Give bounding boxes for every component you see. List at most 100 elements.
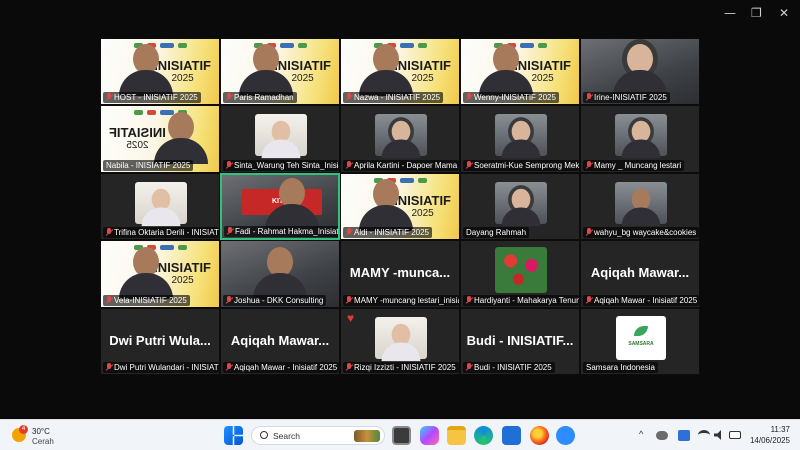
onedrive-icon[interactable]: [656, 431, 668, 440]
microsoft-store-icon[interactable]: [502, 426, 521, 445]
participant-video: [150, 111, 212, 164]
participant-name: wahyu_bg waycake&cookies: [594, 228, 697, 238]
participant-tile[interactable]: Mamy _ Muncang lestari: [580, 105, 700, 173]
task-view-icon[interactable]: [392, 426, 411, 445]
participant-tile[interactable]: Budi - INISIATIF... Budi - INISIATIF 2025: [460, 307, 580, 375]
taskbar: 4 30°C Cerah Search ^ 11:37 14/06/2025: [0, 419, 800, 450]
participant-tile[interactable]: SAMSARA Samsara Indonesia: [580, 307, 700, 375]
mic-muted-icon: [586, 93, 592, 101]
taskbar-search[interactable]: Search: [251, 426, 385, 445]
weather-widget[interactable]: 4 30°C Cerah: [12, 425, 72, 447]
participant-name: Nabila - INISIATIF 2025: [106, 160, 191, 170]
mic-muted-icon: [346, 295, 352, 304]
participant-name-tag: Vela-INISIATIF 2025: [103, 294, 190, 306]
participant-tile[interactable]: Irine-INISIATIF 2025: [580, 38, 700, 106]
tray-chevron-icon[interactable]: ^: [639, 429, 643, 439]
mic-muted-icon: [346, 93, 352, 101]
participant-name-tag: Nazwa - INISIATIF 2025: [343, 92, 444, 104]
participant-tile[interactable]: Soeratmi-Kue Semprong Mekar: [460, 105, 580, 173]
participant-name-tag: Paris Ramadhan: [223, 92, 297, 104]
firefox-icon[interactable]: [530, 426, 549, 445]
participant-name: HOST - INISIATIF 2025: [114, 93, 198, 103]
participant-video: [255, 114, 307, 159]
wifi-icon[interactable]: [698, 430, 710, 440]
participant-tile[interactable]: Aqiqah Mawar... Aqiqah Mawar - Inisiatif …: [220, 307, 340, 375]
participant-name-tag: Samsara Indonesia: [583, 361, 658, 373]
participant-tile[interactable]: Hardiyanti - Mahakarya Tenun: [460, 240, 580, 308]
participant-video: [115, 44, 177, 97]
participant-tile[interactable]: KITEFadi - Rahmat Hakma_Inisiatif_A: [220, 172, 340, 241]
zoom-icon[interactable]: [556, 426, 575, 445]
participant-tile[interactable]: Aprila Kartini - Dapoer Mama: [340, 105, 460, 173]
participant-tile[interactable]: Trifina Oktaria Derili - INISIATIF 2025: [100, 172, 220, 241]
participant-tile[interactable]: ♥ Rizqi Izzizti - INISIATIF 2025: [340, 307, 460, 375]
participant-name-tag: Aprila Kartini - Dapoer Mama: [343, 159, 459, 171]
participant-tile[interactable]: INISIATIF 2025 Wenny-INISIATIF 2025: [460, 38, 580, 106]
participant-name-tag: Aldi - INISIATIF 2025: [343, 227, 432, 239]
maximize-button[interactable]: ❐: [751, 6, 762, 20]
participant-video: [475, 44, 537, 97]
mic-muted-icon: [226, 93, 232, 101]
minimize-button[interactable]: —: [724, 6, 736, 20]
participant-tile[interactable]: Dayang Rahmah: [460, 172, 580, 241]
mic-muted-icon: [106, 295, 112, 304]
participant-name-tag: Fadi - Rahmat Hakma_Inisiatif_A: [224, 226, 340, 238]
participant-tile[interactable]: INISIATIF 2025 Vela-INISIATIF 2025: [100, 240, 220, 308]
participant-tile[interactable]: INISIATIF 2025 Paris Ramadhan: [220, 38, 340, 106]
mic-muted-icon: [586, 160, 592, 169]
participant-name-tag: Trifina Oktaria Derili - INISIATIF 2025: [103, 227, 219, 239]
windows-start-icon[interactable]: [224, 426, 243, 445]
participant-name: Aldi - INISIATIF 2025: [354, 228, 429, 238]
participant-name-tag: Hardiyanti - Mahakarya Tenun: [463, 294, 579, 306]
participant-name-tag: Irine-INISIATIF 2025: [583, 92, 670, 104]
participant-tile[interactable]: INISIATIF 2025 Aldi - INISIATIF 2025: [340, 172, 460, 241]
search-icon: [260, 431, 268, 439]
participant-name: Aprila Kartini - Dapoer Mama: [354, 160, 458, 170]
heart-reaction-icon: ♥: [347, 310, 355, 325]
participant-name: Irine-INISIATIF 2025: [594, 93, 667, 103]
participant-video: [615, 114, 667, 159]
participant-tile[interactable]: wahyu_bg waycake&cookies: [580, 172, 700, 241]
file-explorer-icon[interactable]: [447, 426, 466, 445]
battery-icon[interactable]: [729, 431, 741, 439]
participant-name: Mamy _ Muncang lestari: [594, 160, 682, 170]
participant-video: [115, 246, 177, 299]
participant-tile[interactable]: MAMY -munca... MAMY -muncang lestari_inis…: [340, 240, 460, 308]
participant-name: Fadi - Rahmat Hakma_Inisiatif_A: [235, 227, 340, 237]
participant-video: [495, 181, 547, 226]
mic-muted-icon: [586, 295, 592, 304]
participant-name: Hardiyanti - Mahakarya Tenun: [474, 295, 579, 305]
participant-tile[interactable]: INISIATIF 2025 Nazwa - INISIATIF 2025: [340, 38, 460, 106]
participant-name: Budi - INISIATIF 2025: [474, 362, 552, 372]
participant-name-tag: Aqiqah Mawar - Inisiatif 2025: [583, 294, 699, 306]
close-button[interactable]: ✕: [779, 6, 789, 20]
participant-tile[interactable]: INISIATIF 2025 Nabila - INISIATIF 2025: [100, 105, 220, 173]
participant-gallery: INISIATIF 2025 HOST - INISIATIF 2025 INISIA…: [100, 38, 700, 375]
vpn-icon[interactable]: [678, 430, 690, 441]
participant-name: Trifina Oktaria Derili - INISIATIF 2025: [114, 228, 219, 238]
participant-video: [261, 178, 323, 231]
volume-icon[interactable]: [714, 430, 721, 440]
participant-tile[interactable]: Sinta_Warung Teh Sinta_Inisiatif: [220, 105, 340, 173]
search-label: Search: [273, 431, 300, 441]
participant-tile[interactable]: INISIATIF 2025 HOST - INISIATIF 2025: [100, 38, 220, 106]
participant-name: Rizqi Izzizti - INISIATIF 2025: [354, 362, 456, 372]
participant-tile[interactable]: Joshua - DKK Consulting: [220, 240, 340, 308]
participant-display-name: Dwi Putri Wula...: [109, 332, 211, 348]
participant-name-tag: Mamy _ Muncang lestari: [583, 159, 685, 171]
participant-tile[interactable]: Aqiqah Mawar... Aqiqah Mawar - Inisiatif …: [580, 240, 700, 308]
participant-video: [609, 44, 671, 97]
mic-muted-icon: [466, 160, 472, 169]
mic-muted-icon: [106, 93, 112, 101]
participant-name-tag: Aqiqah Mawar - Inisiatif 2025: [223, 361, 339, 373]
mic-muted-icon: [346, 362, 352, 371]
mic-muted-icon: [226, 160, 232, 169]
system-clock[interactable]: 11:37 14/06/2025: [750, 424, 790, 446]
participant-name-tag: Joshua - DKK Consulting: [223, 294, 327, 306]
participant-name-tag: Nabila - INISIATIF 2025: [103, 159, 194, 171]
edge-icon[interactable]: [474, 426, 493, 445]
mic-muted-icon: [226, 295, 232, 304]
participant-tile[interactable]: Dwi Putri Wula... Dwi Putri Wulandari - I…: [100, 307, 220, 375]
mic-muted-icon: [226, 362, 232, 371]
copilot-icon[interactable]: [420, 426, 439, 445]
